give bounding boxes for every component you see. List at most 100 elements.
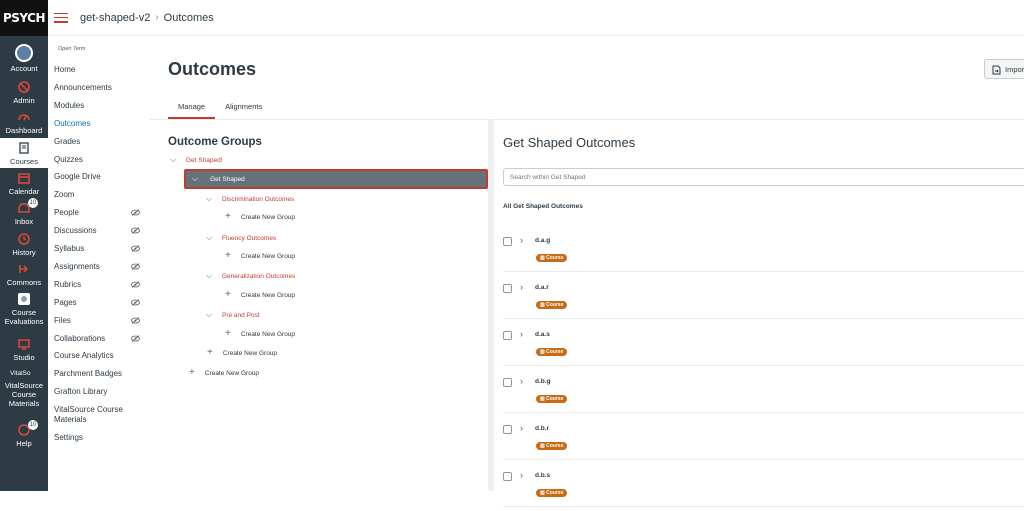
course-nav-item[interactable]: Syllabus [54,244,144,254]
global-nav-calendar[interactable]: Calendar [0,171,48,196]
course-nav-item[interactable]: Settings [54,433,144,443]
tree-group-pre-post[interactable]: ⌵ Pre and Post [206,310,260,320]
course-nav-item[interactable]: Quizzes [54,155,144,165]
course-nav-item[interactable]: Outcomes [54,119,144,129]
course-nav-item[interactable]: Files [54,316,144,326]
logo-text: PSYCH [3,11,45,25]
chevron-right-icon[interactable]: › [520,235,523,245]
course-nav-label: VitalSource Course Materials [54,405,123,424]
outcome-name[interactable]: d.b.r [535,425,549,432]
breadcrumb-course[interactable]: get-shaped-v2 [80,12,150,24]
outcome-name[interactable]: d.a.r [535,284,549,291]
shield-icon [17,80,31,94]
chevron-down-icon: ⌵ [206,194,214,204]
tree-selected-group[interactable]: ⌵ Get Shaped [184,169,488,189]
commons-icon [17,262,31,276]
eye-slash-icon [131,263,140,270]
course-nav-label: Home [54,65,75,74]
eye-slash-icon [131,335,140,342]
course-nav-label: Modules [54,101,84,110]
outcome-checkbox[interactable] [503,284,512,293]
course-nav-item[interactable]: Course Analytics [54,351,144,361]
tree-group-generalization[interactable]: ⌵ Generalization Outcomes [206,271,295,281]
course-nav-item[interactable]: Discussions [54,226,144,236]
course-nav-item[interactable]: Pages [54,298,144,308]
create-new-group-button[interactable]: + Create New Group [207,349,277,357]
global-nav-dashboard[interactable]: Dashboard [0,110,48,135]
tree-root-group[interactable]: ⌵ Get Shaped! [170,155,223,165]
global-nav-label: Calendar [9,187,39,196]
course-nav-item[interactable]: Collaborations [54,334,144,344]
course-nav-item[interactable]: Home [54,65,144,75]
global-nav-studio[interactable]: Studio [0,337,48,362]
global-nav-account[interactable]: Account [0,44,48,73]
course-nav-item[interactable]: Parchment Badges [54,369,144,379]
tree-label: Create New Group [241,292,295,299]
chevron-right-icon[interactable]: › [520,376,523,386]
row-divider [503,365,1024,366]
tree-group-discrimination[interactable]: ⌵ Discrimination Outcomes [206,194,294,204]
tree-label: Create New Group [223,350,277,357]
create-new-group-button[interactable]: + Create New Group [225,330,295,338]
course-nav-item[interactable]: Zoom [54,190,144,200]
institution-logo[interactable]: PSYCH [0,0,48,36]
course-badge: ▥ Course [536,254,567,262]
outcome-checkbox[interactable] [503,331,512,340]
outcome-checkbox[interactable] [503,378,512,387]
outcomes-search-input[interactable] [503,168,1024,186]
global-nav-label: Account [10,64,37,73]
chevron-right-icon[interactable]: › [520,470,523,480]
outcome-name[interactable]: d.b.s [535,472,550,479]
tab-manage[interactable]: Manage [168,97,215,119]
course-nav-label: People [54,208,79,217]
course-nav-item[interactable]: Google Drive [54,172,144,182]
tree-label: Create New Group [241,331,295,338]
chevron-right-icon[interactable]: › [520,282,523,292]
global-nav-history[interactable]: History [0,232,48,257]
global-nav-courses[interactable]: Courses [0,138,48,168]
tree-group-fluency[interactable]: ⌵ Fluency Outcomes [206,233,276,243]
import-button[interactable]: Impor [984,59,1024,79]
create-new-group-button[interactable]: + Create New Group [225,291,295,299]
course-nav-item[interactable]: Modules [54,101,144,111]
global-nav-label: Commons [7,278,41,287]
chevron-right-icon[interactable]: › [520,423,523,433]
outcome-name[interactable]: d.a.g [535,237,550,244]
chevron-right-icon[interactable]: › [520,329,523,339]
global-nav-course-evaluations[interactable]: Course Evaluations [0,292,48,326]
outcome-checkbox[interactable] [503,472,512,481]
global-nav-commons[interactable]: Commons [0,262,48,287]
course-nav-item[interactable]: People [54,208,144,218]
course-badge-label: Course [546,396,563,402]
course-nav-item[interactable]: VitalSource Course Materials [54,405,144,425]
course-nav-item[interactable]: Assignments [54,262,144,272]
create-new-group-button[interactable]: + Create New Group [225,213,295,221]
outcome-row: ›d.b.g▥ Course [503,370,1024,417]
global-nav-inbox[interactable]: 10 Inbox [0,201,48,226]
create-new-group-button[interactable]: + Create New Group [189,369,259,377]
hamburger-menu-icon[interactable] [54,13,68,23]
book-icon [17,141,31,155]
course-nav-label: Announcements [54,83,112,92]
course-nav-item[interactable]: Grafton Library [54,387,144,397]
course-nav-label: Zoom [54,190,74,199]
outcome-name[interactable]: d.b.g [535,378,551,385]
outcome-checkbox[interactable] [503,237,512,246]
outcome-checkbox[interactable] [503,425,512,434]
tab-alignments[interactable]: Alignments [215,97,272,119]
global-nav-admin[interactable]: Admin [0,80,48,105]
eye-slash-icon [131,281,140,288]
create-new-group-button[interactable]: + Create New Group [225,252,295,260]
course-nav-label: Settings [54,433,83,442]
outcome-name[interactable]: d.a.s [535,331,550,338]
course-nav-item[interactable]: Rubrics [54,280,144,290]
course-nav-item[interactable]: Announcements [54,83,144,93]
global-nav-help[interactable]: 10 Help [0,423,48,448]
help-badge: 10 [28,420,38,430]
global-nav-label: Course Evaluations [5,308,44,326]
global-nav-vitalsource[interactable]: VitalSo VitalSource Course Materials [0,369,48,408]
tabs: Manage Alignments [168,97,272,119]
course-nav-item[interactable]: Grades [54,137,144,147]
course-badge-label: Course [546,349,563,355]
outcome-row: ›d.b.s▥ Course [503,464,1024,511]
